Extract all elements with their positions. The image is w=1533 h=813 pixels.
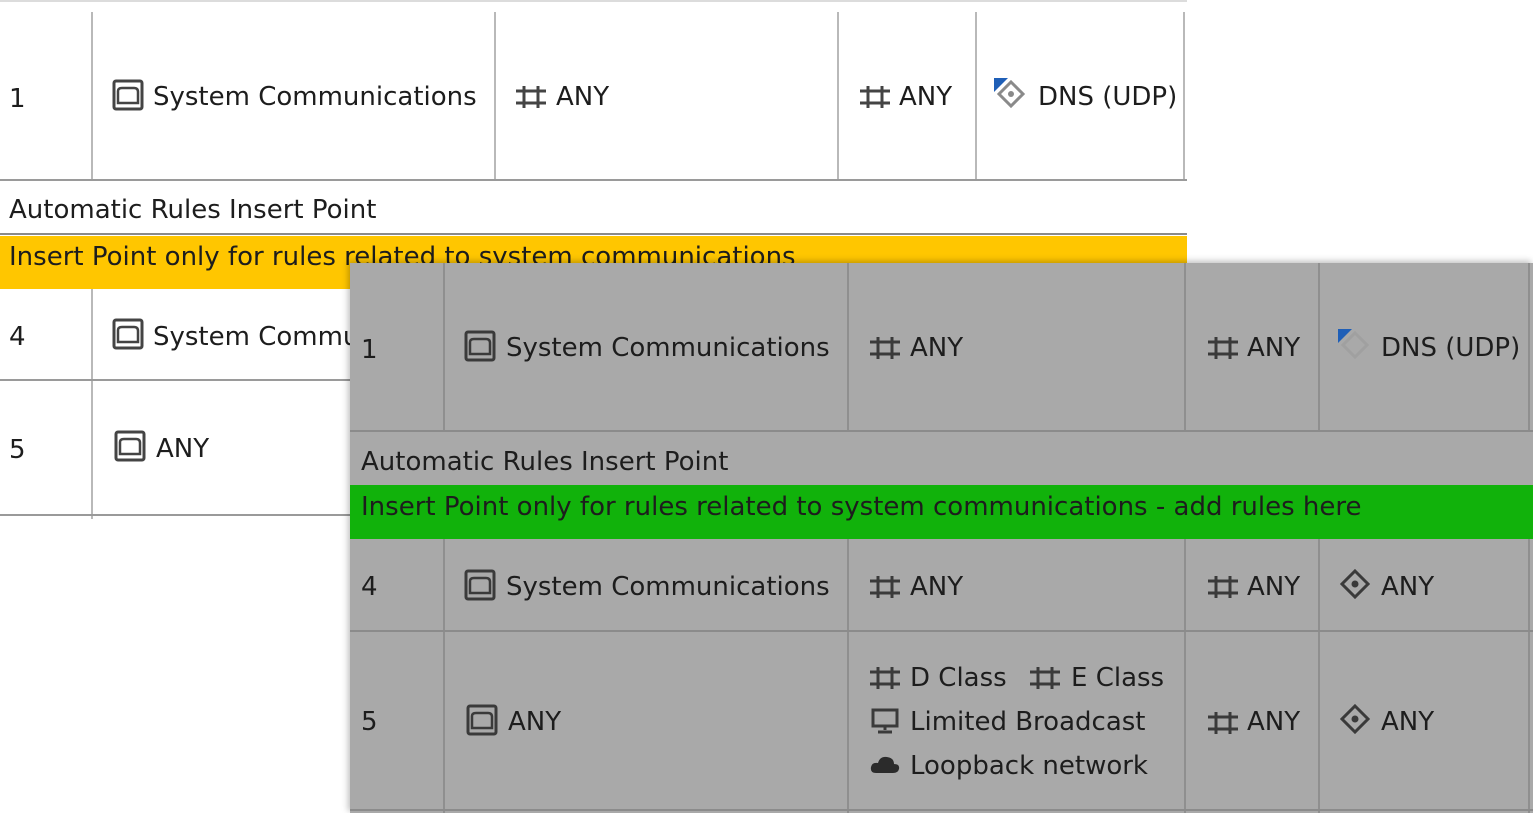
- section-title: Automatic Rules Insert Point: [9, 195, 377, 225]
- network-icon: [516, 86, 546, 108]
- rule-service[interactable]: ANY: [1381, 709, 1434, 735]
- column-divider: [847, 539, 849, 813]
- column-divider: [1528, 263, 1530, 431]
- rule-vpn[interactable]: ANY: [899, 84, 952, 110]
- rule-number: 4: [361, 572, 378, 602]
- row-divider: [350, 809, 1533, 811]
- insert-point-label: Insert Point only for rules related to s…: [361, 492, 1362, 522]
- rule-destination-item[interactable]: E Class: [1071, 665, 1164, 691]
- network-icon: [860, 86, 890, 108]
- cloud-icon: [870, 756, 900, 773]
- column-divider: [1184, 263, 1186, 431]
- row-divider: [0, 379, 360, 381]
- column-divider: [443, 539, 445, 813]
- rule-destination-item[interactable]: D Class: [910, 665, 1007, 691]
- network-icon: [1208, 337, 1238, 359]
- column-divider: [975, 12, 977, 180]
- zone-icon: [464, 330, 496, 362]
- zone-icon: [112, 318, 144, 350]
- rule-service[interactable]: DNS (UDP): [1038, 84, 1177, 110]
- rule-source[interactable]: ANY: [508, 709, 561, 735]
- front-rules-table: 1 System Communications ANY ANY DNS (UDP…: [350, 263, 1533, 813]
- network-icon: [1030, 667, 1060, 689]
- rule-number: 4: [9, 322, 26, 352]
- rule-source[interactable]: System Commu: [153, 324, 359, 350]
- column-divider: [847, 263, 849, 431]
- column-divider: [443, 263, 445, 431]
- rule-destination[interactable]: ANY: [910, 335, 963, 361]
- rule-destination[interactable]: ANY: [910, 574, 963, 600]
- insert-point-band[interactable]: Insert Point only for rules related to s…: [350, 485, 1533, 539]
- column-divider: [837, 12, 839, 180]
- network-icon: [1208, 712, 1238, 734]
- row-divider: [0, 0, 1187, 2]
- host-icon: [871, 708, 899, 734]
- row-divider: [0, 179, 1187, 181]
- zone-icon: [464, 569, 496, 601]
- row-divider: [0, 233, 1187, 235]
- service-icon: [994, 78, 1026, 109]
- zone-icon: [466, 704, 498, 736]
- rule-destination[interactable]: ANY: [556, 84, 609, 110]
- service-icon: [1340, 704, 1370, 734]
- row-divider: [350, 630, 1533, 632]
- rule-source[interactable]: System Communications: [506, 574, 830, 600]
- rule-destination-item[interactable]: Limited Broadcast: [910, 709, 1146, 735]
- rule-number: 5: [9, 435, 26, 465]
- row-divider: [0, 514, 360, 516]
- network-icon: [870, 337, 900, 359]
- column-divider: [1528, 539, 1530, 813]
- column-divider: [1184, 539, 1186, 813]
- rule-vpn[interactable]: ANY: [1247, 574, 1300, 600]
- rule-service[interactable]: DNS (UDP): [1381, 335, 1520, 361]
- rule-number: 1: [9, 84, 26, 114]
- service-icon: [1340, 569, 1370, 599]
- rule-source[interactable]: ANY: [156, 436, 209, 462]
- column-divider: [494, 12, 496, 180]
- column-divider: [91, 12, 93, 180]
- zone-icon: [114, 430, 146, 462]
- rule-vpn[interactable]: ANY: [1247, 709, 1300, 735]
- zone-icon: [112, 79, 144, 111]
- column-divider: [91, 289, 93, 519]
- rule-source[interactable]: System Communications: [506, 335, 830, 361]
- rule-vpn[interactable]: ANY: [1247, 335, 1300, 361]
- section-title: Automatic Rules Insert Point: [361, 447, 729, 477]
- network-icon: [870, 576, 900, 598]
- rule-destination-item[interactable]: Loopback network: [910, 753, 1148, 779]
- column-divider: [1318, 539, 1320, 813]
- service-icon: [1338, 329, 1370, 360]
- network-icon: [870, 667, 900, 689]
- rule-source[interactable]: System Communications: [153, 84, 477, 110]
- column-divider: [1318, 263, 1320, 431]
- rule-number: 5: [361, 707, 378, 737]
- column-divider: [1183, 12, 1185, 180]
- network-icon: [1208, 576, 1238, 598]
- rule-number: 1: [361, 335, 378, 365]
- rule-service[interactable]: ANY: [1381, 574, 1434, 600]
- row-divider: [350, 430, 1533, 432]
